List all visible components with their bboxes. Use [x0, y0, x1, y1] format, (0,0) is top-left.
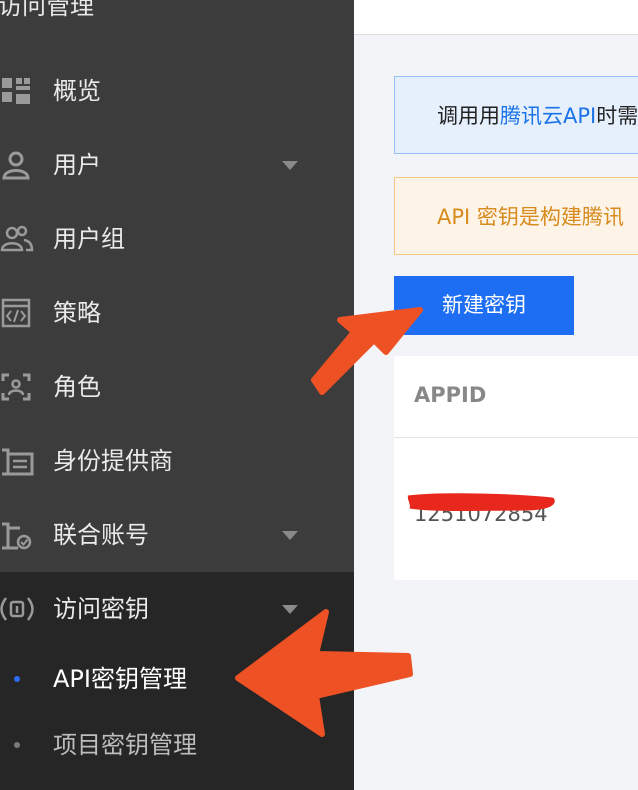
sidebar-item-overview[interactable]: 概览	[0, 54, 354, 128]
sidebar-item-roles[interactable]: 角色	[0, 350, 354, 424]
sidebar-item-federated-accounts[interactable]: 联合账号	[0, 498, 354, 572]
info-banner: 调用用腾讯云API时需	[394, 76, 638, 154]
user-icon	[0, 150, 34, 180]
bullet-icon	[14, 742, 20, 748]
sidebar-item-label: 概览	[53, 77, 101, 105]
warning-banner: API 密钥是构建腾讯	[394, 177, 638, 255]
top-bar	[354, 0, 638, 35]
chevron-down-icon[interactable]	[282, 161, 298, 170]
info-banner-prefix: 调用用	[437, 104, 500, 128]
sidebar-item-label: 用户	[53, 151, 101, 179]
user-group-icon	[0, 224, 34, 254]
tencent-cloud-api-link[interactable]: 腾讯云API	[500, 104, 596, 128]
sidebar-item-users[interactable]: 用户	[0, 128, 354, 202]
info-banner-suffix: 时需	[596, 104, 638, 128]
console-title: 访问管理	[0, 0, 94, 20]
sidebar-item-label: 联合账号	[53, 521, 149, 549]
chevron-down-icon[interactable]	[282, 531, 298, 540]
sidebar-item-label: 角色	[53, 373, 101, 401]
role-icon	[0, 372, 34, 402]
key-icon	[0, 594, 34, 624]
policy-code-icon	[0, 298, 34, 328]
sidebar-item-label: 访问密钥	[53, 595, 149, 623]
sidebar-subitem-label: API密钥管理	[53, 665, 187, 693]
annotation-arrow-api-key	[235, 609, 413, 737]
sidebar-item-label: 身份提供商	[53, 447, 173, 475]
api-key-table: APPID 1251072854	[394, 356, 638, 580]
bullet-icon	[14, 676, 20, 682]
federated-account-icon	[0, 520, 34, 550]
sidebar-subitem-label: 项目密钥管理	[53, 731, 197, 759]
sidebar-item-label: 策略	[53, 299, 101, 327]
redaction-scribble	[407, 493, 555, 511]
sidebar-item-policies[interactable]: 策略	[0, 276, 354, 350]
sidebar-item-label: 用户组	[53, 225, 125, 253]
annotation-arrow-button	[311, 307, 423, 395]
sidebar-item-identity-providers[interactable]: 身份提供商	[0, 424, 354, 498]
sidebar-item-user-groups[interactable]: 用户组	[0, 202, 354, 276]
identity-provider-icon	[0, 446, 34, 476]
table-header: APPID	[394, 356, 638, 438]
grid-icon	[0, 76, 34, 106]
